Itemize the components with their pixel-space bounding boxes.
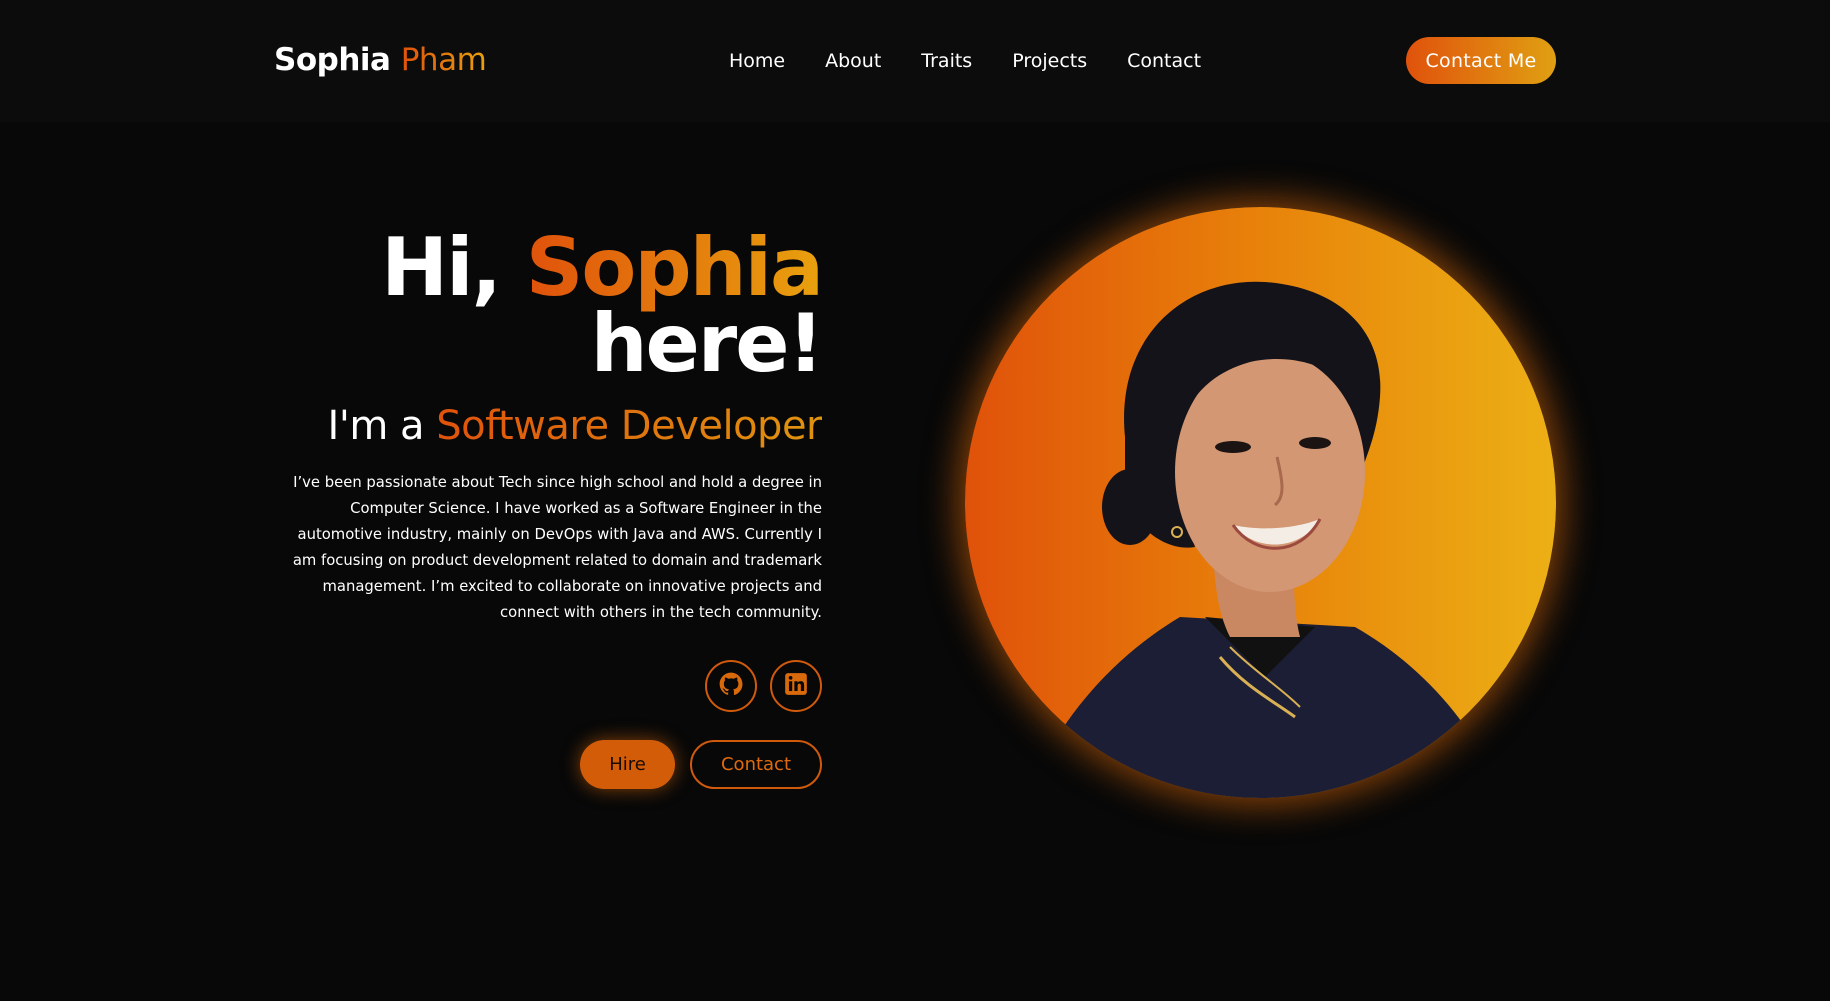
- profile-photo-illustration: [1025, 281, 1505, 798]
- portfolio-page: Sophia Pham Home About Traits Projects C…: [0, 0, 1830, 1001]
- contact-me-button[interactable]: Contact Me: [1406, 37, 1556, 84]
- greeting-prefix: Hi,: [381, 221, 502, 314]
- logo-first-name: Sophia: [274, 42, 391, 78]
- hero-greeting: Hi, Sophia here!: [270, 228, 824, 384]
- nav-item-projects[interactable]: Projects: [1012, 48, 1087, 74]
- hire-button[interactable]: Hire: [580, 740, 675, 789]
- nav-item-about[interactable]: About: [825, 48, 881, 74]
- nav-item-contact[interactable]: Contact: [1127, 48, 1201, 74]
- social-links: [270, 660, 822, 712]
- hero-bio: I’ve been passionate about Tech since hi…: [292, 474, 822, 621]
- linkedin-link[interactable]: [770, 660, 822, 712]
- site-logo[interactable]: Sophia Pham: [274, 40, 487, 80]
- hero-actions: Hire Contact: [270, 740, 822, 789]
- github-icon: [718, 671, 744, 701]
- linkedin-icon: [783, 671, 809, 701]
- role-prefix: I'm a: [327, 403, 425, 449]
- profile-photo: [965, 207, 1556, 798]
- logo-last-name: Pham: [400, 42, 487, 78]
- github-link[interactable]: [705, 660, 757, 712]
- contact-button[interactable]: Contact: [690, 740, 822, 789]
- role-title: Software Developer: [436, 403, 822, 449]
- greeting-suffix: here!: [590, 297, 824, 390]
- main-nav: Home About Traits Projects Contact: [729, 48, 1201, 74]
- nav-item-home[interactable]: Home: [729, 48, 785, 74]
- hero-role: I'm a Software Developer: [270, 402, 823, 450]
- hero-intro: Hi, Sophia here! I'm a Software Develope…: [270, 228, 824, 789]
- site-header: Sophia Pham Home About Traits Projects C…: [0, 0, 1830, 122]
- nav-item-traits[interactable]: Traits: [921, 48, 972, 74]
